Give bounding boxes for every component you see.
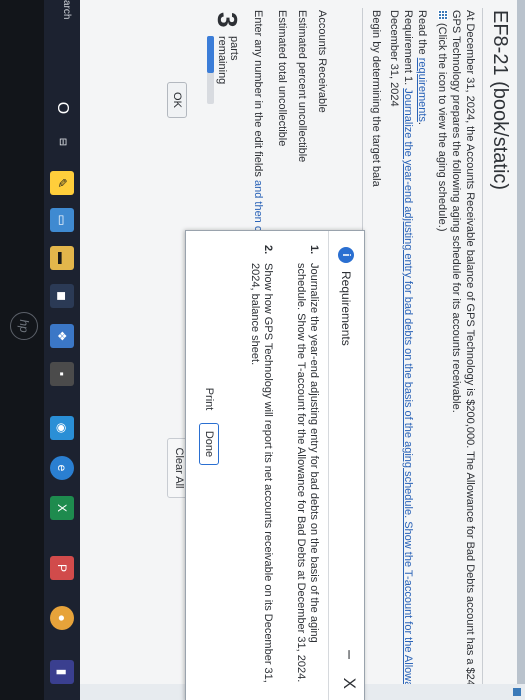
store-icon[interactable]: ◼ bbox=[50, 284, 74, 308]
browser-content: EF8-21 (book/static) At December 31, 202… bbox=[80, 0, 525, 700]
windows-taskbar: arch O ⊟ ✎ ▭ ▬ ◼ ❖ ▪ ◉ e X P ● ▮ bbox=[44, 0, 80, 700]
grid-icon[interactable] bbox=[438, 10, 448, 20]
progress-fill bbox=[207, 36, 214, 74]
requirements-dialog: i Requirements – X 1. Journalize the yea… bbox=[185, 230, 365, 700]
chrome-icon[interactable]: ● bbox=[50, 606, 74, 630]
hp-logo: hp bbox=[10, 312, 38, 340]
instruction-text: Enter any number in the edit fields bbox=[252, 10, 264, 180]
task-view-icon[interactable]: ⊟ bbox=[50, 130, 74, 154]
grid-icon[interactable] bbox=[513, 688, 521, 696]
close-icon[interactable]: X bbox=[339, 678, 359, 689]
folder-icon[interactable]: ▬ bbox=[50, 246, 74, 270]
requirement-1-line: Requirement 1. Journalize the year-end a… bbox=[402, 10, 414, 687]
aging-schedule-link[interactable]: (Click the icon to view the aging schedu… bbox=[436, 23, 448, 232]
row-label-accounts-receivable: Accounts Receivable bbox=[316, 10, 328, 113]
done-button[interactable]: Done bbox=[199, 423, 219, 465]
requirement-number: 2. bbox=[262, 245, 274, 255]
row-label-total-uncollectible: Estimated total uncollectible bbox=[276, 10, 288, 147]
requirement-prefix: Requirement 1. bbox=[402, 10, 414, 89]
taskbar-app-icon[interactable]: ▭ bbox=[50, 208, 74, 232]
begin-instruction: Begin by determining the target bala bbox=[370, 10, 382, 187]
requirement-item: 1. Journalize the year-end adjusting ent… bbox=[294, 245, 320, 683]
dialog-title: Requirements bbox=[339, 271, 353, 346]
requirement-text: Journalize the year-end adjusting entry … bbox=[295, 263, 320, 683]
requirement-item: 2. Show how GPS Technology will report i… bbox=[248, 245, 274, 683]
monitor-bezel: hp bbox=[0, 0, 44, 700]
start-circle-icon[interactable]: O bbox=[50, 96, 74, 120]
taskbar-app-icon[interactable]: ✎ bbox=[50, 171, 74, 195]
read-requirements-line: Read the requirements. bbox=[416, 10, 428, 125]
rotated-screen-photo: EF8-21 (book/static) At December 31, 202… bbox=[0, 0, 525, 700]
taskbar-app-icon[interactable]: ▮ bbox=[50, 660, 74, 684]
taskbar-app-icon[interactable]: ◉ bbox=[50, 416, 74, 440]
search-box-stub[interactable]: arch bbox=[61, 0, 72, 19]
row-label-percent-uncollectible: Estimated percent uncollectible bbox=[296, 10, 308, 163]
requirement-text: Journalize the year-end adjusting entry … bbox=[402, 88, 414, 688]
read-suffix: . bbox=[416, 121, 428, 125]
top-strip bbox=[517, 0, 525, 700]
taskbar-app-icon[interactable]: ▪ bbox=[50, 362, 74, 386]
requirement-text: Show how GPS Technology will report its … bbox=[249, 263, 274, 683]
excel-icon[interactable]: X bbox=[50, 496, 74, 520]
question-line-1: At December 31, 2024, the Accounts Recei… bbox=[464, 10, 476, 696]
powerpoint-icon[interactable]: P bbox=[50, 556, 74, 580]
info-icon: i bbox=[338, 247, 354, 263]
remaining-label: remaining bbox=[216, 36, 228, 85]
divider bbox=[482, 8, 483, 700]
requirement-number: 1. bbox=[308, 245, 320, 255]
browser-icon[interactable]: e bbox=[50, 456, 74, 480]
date-label: December 31, 2024 bbox=[388, 10, 400, 107]
requirements-link[interactable]: requirements bbox=[416, 58, 428, 122]
read-prefix: Read the bbox=[416, 10, 428, 58]
parts-label: parts bbox=[228, 36, 240, 61]
parts-progress-bar bbox=[207, 36, 214, 104]
page-title: EF8-21 (book/static) bbox=[489, 10, 511, 191]
aging-schedule-link-row[interactable]: (Click the icon to view the aging schedu… bbox=[436, 10, 448, 232]
ok-button[interactable]: OK bbox=[167, 82, 187, 118]
question-line-2: GPS Technology prepares the following ag… bbox=[450, 10, 462, 413]
minimize-icon[interactable]: – bbox=[340, 650, 358, 659]
print-button[interactable]: Print bbox=[200, 381, 218, 417]
parts-remaining-count: 3 bbox=[212, 12, 243, 28]
parts-remaining-label: parts remaining bbox=[216, 36, 240, 84]
dropbox-icon[interactable]: ❖ bbox=[50, 324, 74, 348]
dialog-divider bbox=[328, 231, 329, 700]
